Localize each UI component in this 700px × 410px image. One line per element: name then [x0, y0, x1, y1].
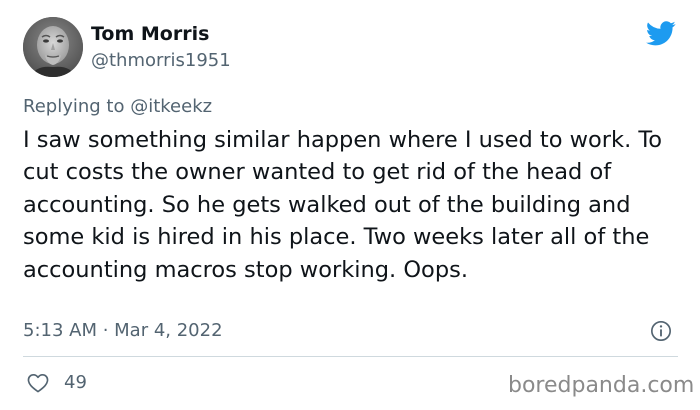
tweet-text: I saw something similar happen where I u… [23, 127, 663, 283]
watermark-text: boredpanda.com [508, 373, 695, 398]
reply-mention-link[interactable]: @itkeekz [130, 96, 212, 117]
replying-to-line: Replying to @itkeekz [23, 96, 212, 117]
author-handle[interactable]: @thmorris1951 [91, 50, 231, 71]
author-display-name[interactable]: Tom Morris [91, 23, 209, 45]
like-count[interactable]: 49 [64, 372, 87, 393]
tweet-timestamp[interactable]: 5:13 AM · Mar 4, 2022 [23, 320, 223, 341]
heart-icon[interactable] [27, 373, 49, 393]
divider [23, 356, 678, 357]
twitter-bird-icon[interactable] [644, 18, 678, 48]
replying-to-label: Replying to [23, 96, 125, 117]
info-icon[interactable] [650, 320, 672, 342]
tweet-card: Tom Morris @thmorris1951 Replying to @it… [0, 0, 700, 410]
avatar[interactable] [23, 17, 83, 77]
user-avatar-photo [23, 17, 83, 77]
